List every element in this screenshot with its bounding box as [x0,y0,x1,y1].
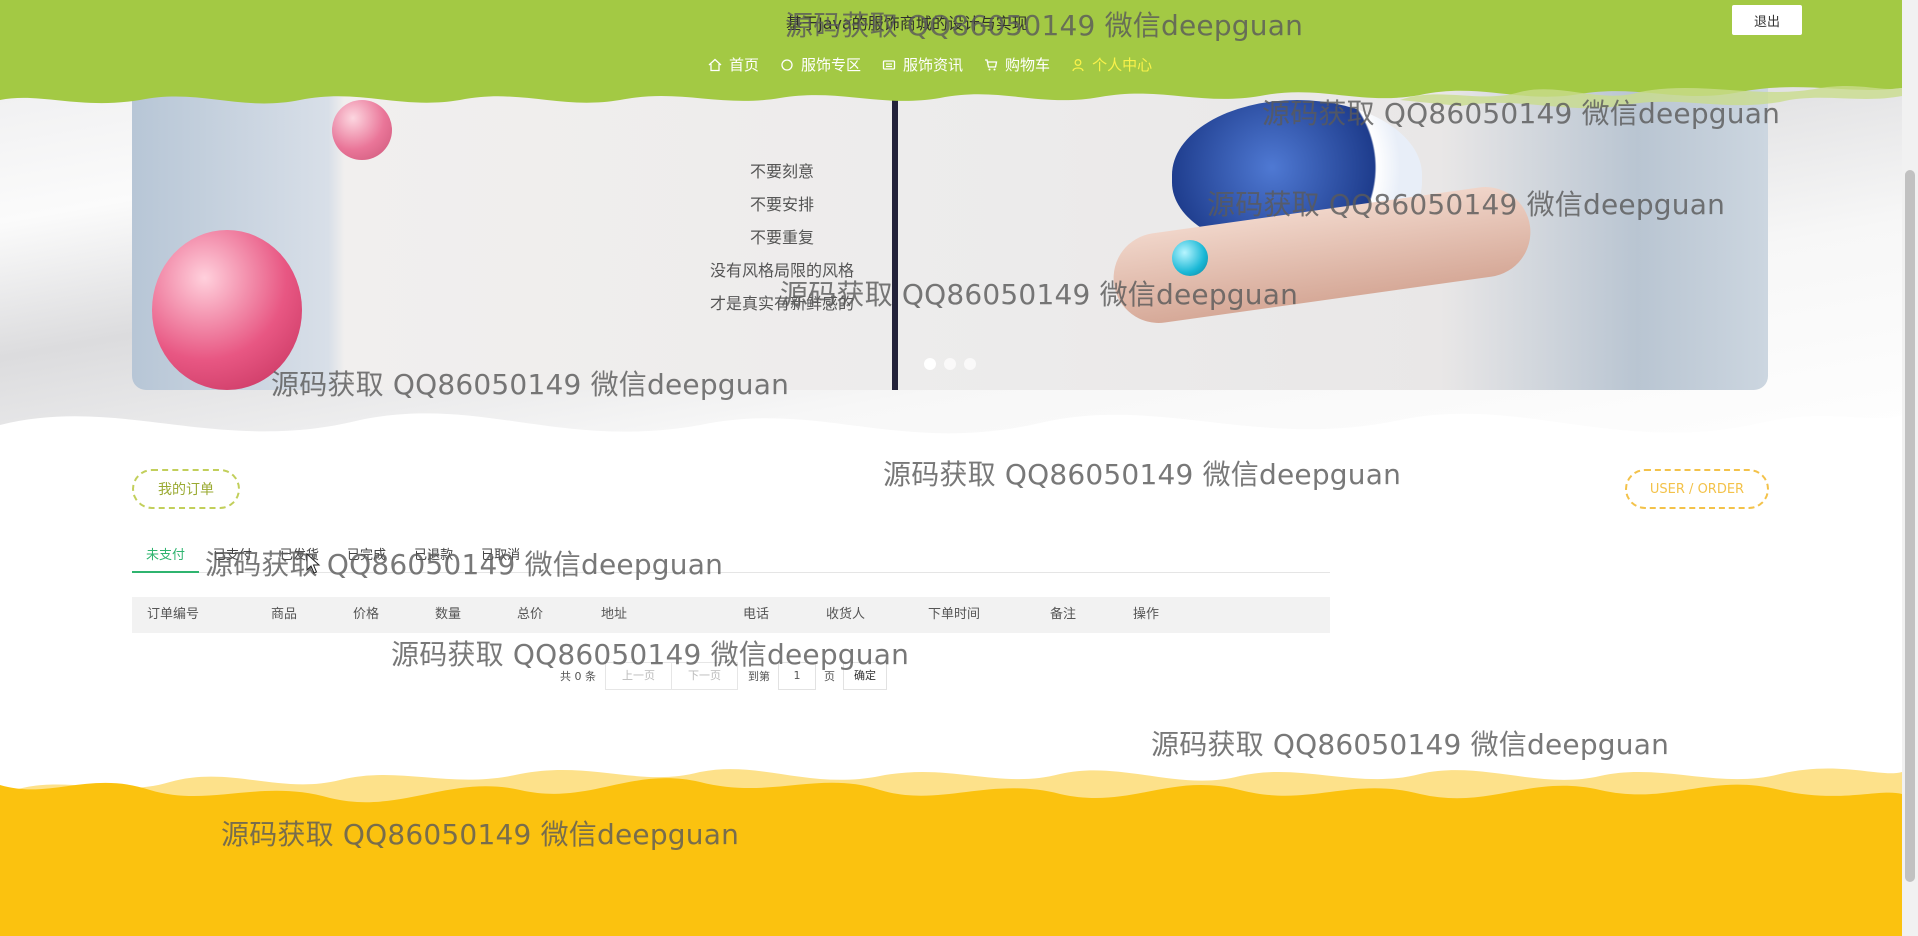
column-header: 订单编号 [147,607,200,622]
goto-label: 到第 [748,670,770,683]
column-header: 操作 [1133,607,1160,622]
white-wave-divider [0,413,1902,460]
column-header: 价格 [353,607,380,622]
page-suffix: 页 [824,670,835,683]
watermark-text: 源码获取 QQ86050149 微信deepguan [1151,728,1670,761]
prev-page-button[interactable]: 上一页 [605,662,672,690]
carousel-dot[interactable] [964,358,976,370]
nav-label: 个人中心 [1092,56,1153,74]
nav-item-home[interactable]: 首页 [708,54,759,75]
tab-shipped[interactable]: 已发货 [266,540,333,571]
poem-line: 不要刻意 [749,162,814,181]
tab-cancelled[interactable]: 已取消 [467,540,534,571]
nav-label: 购物车 [1005,56,1051,74]
poem-line: 没有风格局限的风格 [709,261,854,280]
section-title: 我的订单 [132,469,240,509]
column-header: 地址 [601,607,628,622]
poem-line: 不要安排 [749,195,814,214]
nav-item-fashion-news[interactable]: 服饰资讯 [882,54,963,75]
news-icon [882,59,896,70]
nav-item-fashion-zone[interactable]: 服饰专区 [780,54,861,75]
poem-line: 不要重复 [749,228,814,247]
column-header: 数量 [435,607,462,622]
home-icon [708,58,722,71]
nav-label: 服饰专区 [801,56,862,74]
footer-wave [0,768,1902,936]
scrollbar-thumb[interactable] [1905,170,1915,882]
bracelet-bead-image [1172,240,1208,276]
nav-label: 首页 [729,56,760,74]
nav-item-user-center[interactable]: 个人中心 [1071,54,1152,75]
site-header: 基于Java的服饰商城的设计与实现 退出 首页 服饰专区 服饰资讯 购物车 个人… [0,0,1902,118]
section-subtitle: USER / ORDER [1625,469,1769,509]
pagination: 共 0 条 上一页 下一页 到第 1 页 确定 [560,662,887,690]
page-number-input[interactable]: 1 [778,662,816,690]
next-page-button[interactable]: 下一页 [671,662,738,690]
carousel-dot[interactable] [944,358,956,370]
tab-completed[interactable]: 已完成 [333,540,400,571]
user-icon [1072,58,1084,71]
site-title: 基于Java的服饰商城的设计与实现 [786,14,1028,33]
tab-unpaid[interactable]: 未支付 [132,540,200,573]
column-header: 备注 [1050,607,1077,622]
circle-icon [781,58,793,71]
poem-line: 才是真实有新鲜感的 [709,294,854,313]
column-header: 电话 [743,607,770,622]
order-table-header: 订单编号 商品 价格 数量 总价 地址 电话 收货人 下单时间 备注 操作 [132,597,1330,633]
tab-paid[interactable]: 已支付 [199,540,266,571]
column-header: 总价 [517,607,544,622]
total-count: 共 0 条 [560,670,596,683]
banner-poem: 不要刻意 不要安排 不要重复 没有风格局限的风格 才是真实有新鲜感的 [612,155,952,320]
tab-refunded[interactable]: 已退款 [400,540,467,571]
logout-button[interactable]: 退出 [1732,5,1802,35]
cart-icon [985,58,998,70]
confirm-page-button[interactable]: 确定 [843,662,887,690]
heart-decoration [152,230,302,390]
column-header: 商品 [271,607,298,622]
nav-item-cart[interactable]: 购物车 [984,54,1050,75]
column-header: 收货人 [826,607,866,622]
main-nav: 首页 服饰专区 服饰资讯 购物车 个人中心 [708,54,1173,75]
carousel-dot[interactable] [924,358,936,370]
mouse-cursor-icon [306,553,321,574]
nav-label: 服饰资讯 [903,56,964,74]
carousel-indicators[interactable] [924,358,976,370]
column-header: 下单时间 [928,607,981,622]
